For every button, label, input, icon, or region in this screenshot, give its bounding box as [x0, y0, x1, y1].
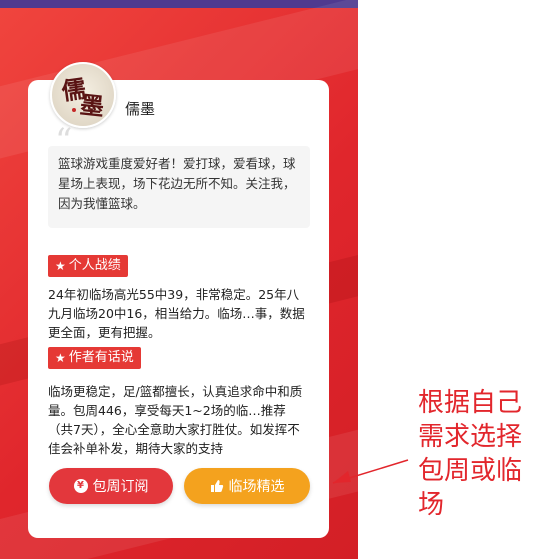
annotation-text: 根据自己需求选择包周或临场: [418, 388, 523, 520]
